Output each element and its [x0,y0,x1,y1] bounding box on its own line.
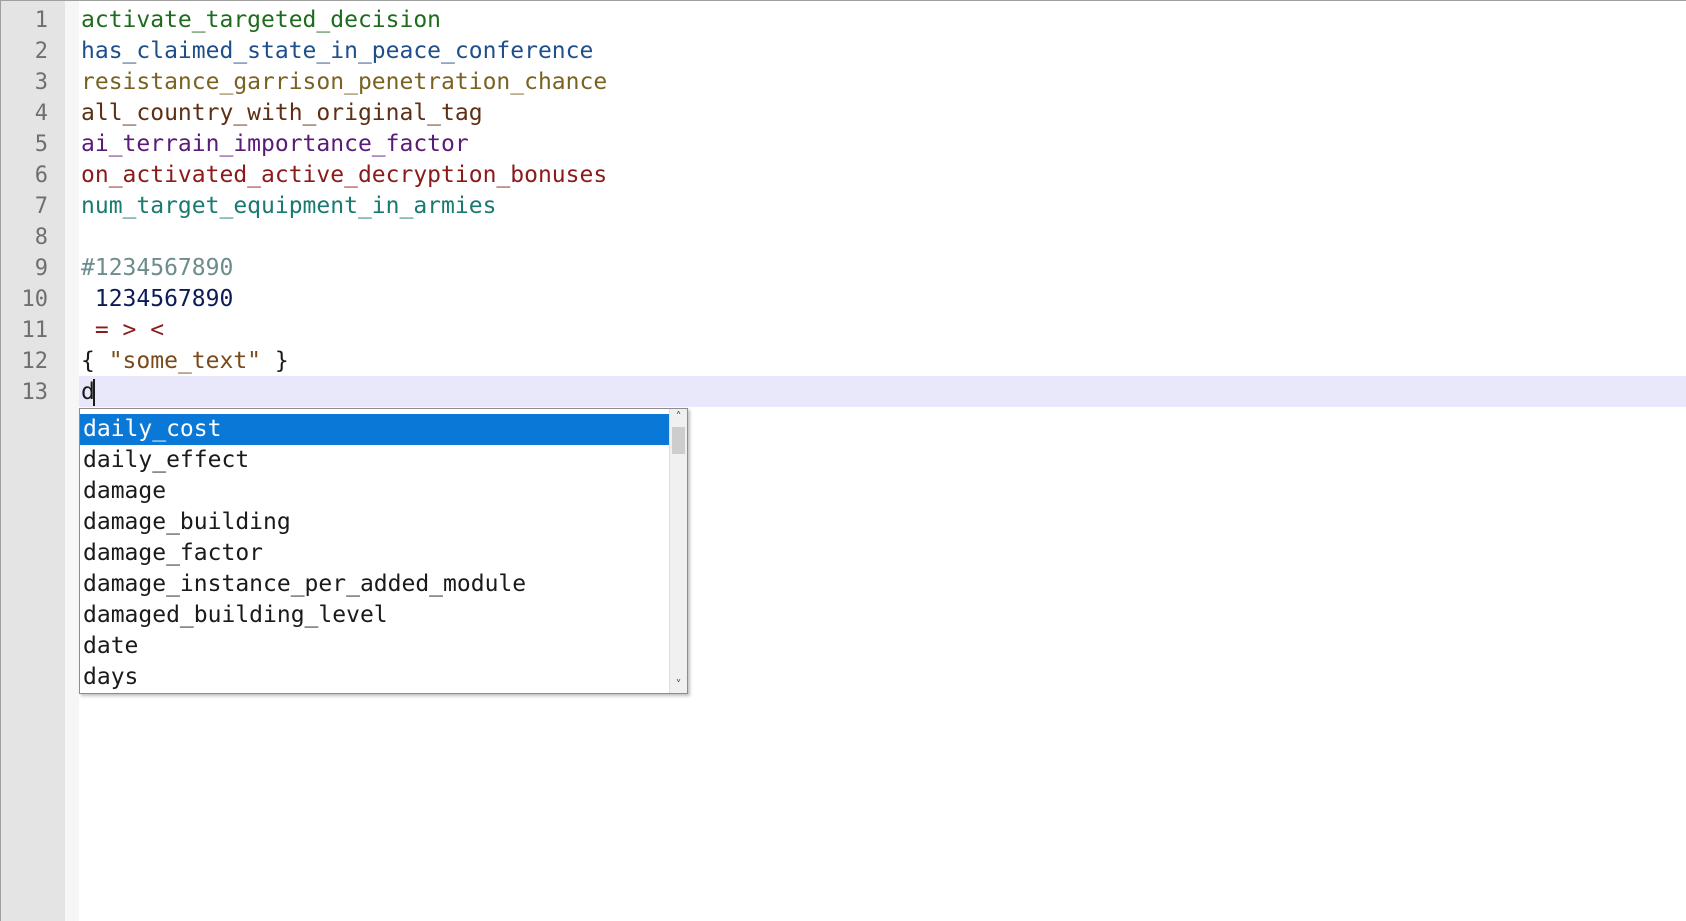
code-editor[interactable]: 1 2 3 4 5 6 7 8 9 10 11 12 13 activate_targeted_deci… [0,0,1686,921]
code-line[interactable]: ai_terrain_importance_factor [81,129,469,160]
line-number: 11 [21,318,49,343]
brace-token: { [81,348,109,374]
line-number: 5 [34,132,48,157]
string-literal: "some_text" [108,348,262,374]
line-number: 7 [34,194,48,219]
autocomplete-item[interactable]: date [80,631,670,662]
code-line[interactable]: { "some_text" } [81,346,289,377]
scroll-down-arrow-icon[interactable]: ˅ [670,677,687,693]
code-line[interactable]: resistance_garrison_penetration_chance [81,67,607,98]
autocomplete-item[interactable]: damage_factor [80,538,670,569]
line-number: 2 [34,39,48,64]
code-line[interactable]: on_activated_active_decryption_bonuses [81,160,607,191]
brace-token: } [261,348,289,374]
autocomplete-scrollbar[interactable]: ˄ ˅ [669,409,687,693]
autocomplete-item[interactable]: daily_effect [80,445,670,476]
autocomplete-item[interactable]: days [80,662,670,693]
line-number: 8 [34,225,48,250]
autocomplete-item[interactable]: damage_building [80,507,670,538]
fold-margin [65,1,79,921]
line-number: 6 [34,163,48,188]
line-number: 9 [34,256,48,281]
autocomplete-item[interactable]: daily_cost [80,414,670,445]
autocomplete-list[interactable]: daily_cost daily_effect damage damage_build… [80,414,670,693]
code-line[interactable]: has_claimed_state_in_peace_conference [81,36,593,67]
line-number: 1 [34,8,48,33]
scroll-up-arrow-icon[interactable]: ˄ [670,409,687,425]
line-number-gutter: 1 2 3 4 5 6 7 8 9 10 11 12 13 [1,1,65,921]
line-number: 10 [21,287,49,312]
line-number: 4 [34,101,48,126]
line-number: 13 [21,380,49,405]
scrollbar-thumb[interactable] [672,427,685,454]
text-caret [93,379,95,406]
line-number: 12 [21,349,49,374]
code-line[interactable]: #1234567890 [81,253,233,284]
current-line-highlight [79,376,1686,407]
line-number: 3 [34,70,48,95]
autocomplete-popup[interactable]: daily_cost daily_effect damage damage_build… [79,408,688,694]
autocomplete-item[interactable]: damage_instance_per_added_module [80,569,670,600]
autocomplete-item[interactable]: damaged_building_level [80,600,670,631]
code-line[interactable]: activate_targeted_decision [81,5,441,36]
code-line[interactable]: all_country_with_original_tag [81,98,483,129]
autocomplete-item[interactable]: damage [80,476,670,507]
code-line[interactable]: num_target_equipment_in_armies [81,191,496,222]
code-line[interactable]: 1234567890 [81,284,233,315]
code-line[interactable]: = > < [81,315,164,346]
